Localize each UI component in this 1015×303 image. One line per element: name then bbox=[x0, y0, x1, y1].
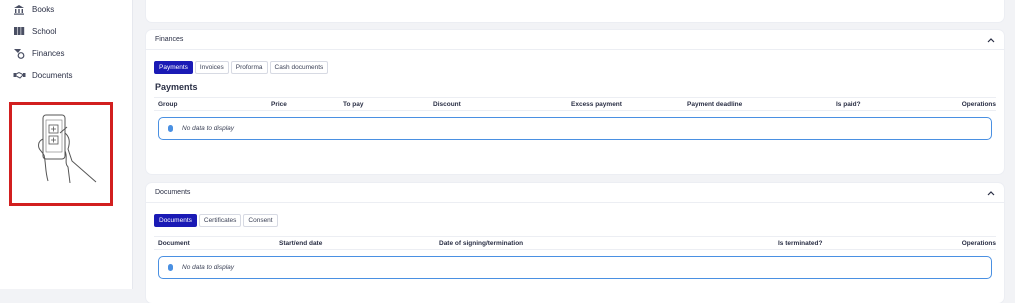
table-header: Document Start/end date Date of signing/… bbox=[154, 236, 996, 250]
column-header[interactable]: Start/end date bbox=[279, 240, 322, 247]
info-icon bbox=[168, 125, 173, 132]
tab-documents[interactable]: Documents bbox=[154, 214, 197, 227]
sidebar-item-label: Documents bbox=[32, 70, 73, 80]
coins-icon bbox=[12, 47, 26, 59]
documents-tabs: Documents Certificates Consent bbox=[154, 214, 278, 227]
documents-title: Documents bbox=[155, 189, 191, 196]
column-header[interactable]: Payment deadline bbox=[687, 101, 742, 108]
table-header: Group Price To pay Discount Excess payme… bbox=[154, 97, 996, 111]
tab-cash-documents[interactable]: Cash documents bbox=[269, 61, 329, 74]
empty-state: No data to display bbox=[158, 256, 992, 279]
sidebar-item-school[interactable]: School bbox=[12, 22, 127, 40]
tab-payments[interactable]: Payments bbox=[154, 61, 193, 74]
column-header[interactable]: To pay bbox=[343, 101, 363, 108]
column-header[interactable]: Price bbox=[271, 101, 287, 108]
empty-text: No data to display bbox=[182, 264, 235, 271]
tab-consent[interactable]: Consent bbox=[243, 214, 278, 227]
empty-state: No data to display bbox=[158, 117, 992, 140]
documents-card: Documents Documents Certificates Consent… bbox=[146, 183, 1004, 303]
column-header[interactable]: Group bbox=[158, 101, 178, 108]
finances-card: Finances Payments Invoices Proforma Cash… bbox=[146, 30, 1004, 174]
info-icon bbox=[168, 264, 173, 271]
empty-text: No data to display bbox=[182, 125, 235, 132]
column-header[interactable]: Discount bbox=[433, 101, 461, 108]
phone-in-hand-icon bbox=[38, 114, 97, 184]
column-header[interactable]: Excess payment bbox=[571, 101, 622, 108]
sidebar: Books School Finances Documents bbox=[0, 0, 133, 289]
column-header[interactable]: Is terminated? bbox=[778, 240, 822, 247]
finances-title: Finances bbox=[155, 36, 184, 43]
tab-invoices[interactable]: Invoices bbox=[194, 61, 229, 74]
column-header[interactable]: Document bbox=[158, 240, 190, 247]
sidebar-item-label: Finances bbox=[32, 48, 65, 58]
column-header[interactable]: Operations bbox=[962, 240, 996, 247]
sidebar-item-label: School bbox=[32, 26, 57, 36]
documents-header[interactable]: Documents bbox=[146, 183, 1004, 203]
main-content: Finances Payments Invoices Proforma Cash… bbox=[133, 0, 1015, 303]
column-header[interactable]: Operations bbox=[962, 101, 996, 108]
handshake-icon bbox=[12, 69, 26, 81]
sidebar-item-finances[interactable]: Finances bbox=[12, 44, 127, 62]
column-header[interactable]: Is paid? bbox=[836, 101, 861, 108]
top-card bbox=[146, 0, 1004, 22]
sidebar-item-documents[interactable]: Documents bbox=[12, 66, 127, 84]
chevron-up-icon[interactable] bbox=[986, 35, 996, 45]
tab-certificates[interactable]: Certificates bbox=[198, 214, 242, 227]
books-icon bbox=[12, 25, 26, 37]
chevron-up-icon[interactable] bbox=[986, 188, 996, 198]
finances-header[interactable]: Finances bbox=[146, 30, 1004, 50]
sidebar-item-label: Books bbox=[32, 4, 55, 14]
section-title: Payments bbox=[155, 82, 198, 92]
mobile-app-promo[interactable] bbox=[9, 102, 113, 206]
tab-proforma[interactable]: Proforma bbox=[230, 61, 268, 74]
column-header[interactable]: Date of signing/termination bbox=[439, 240, 523, 247]
sidebar-item-books[interactable]: Books bbox=[12, 0, 127, 18]
bank-icon bbox=[12, 3, 26, 15]
finances-tabs: Payments Invoices Proforma Cash document… bbox=[154, 61, 329, 74]
